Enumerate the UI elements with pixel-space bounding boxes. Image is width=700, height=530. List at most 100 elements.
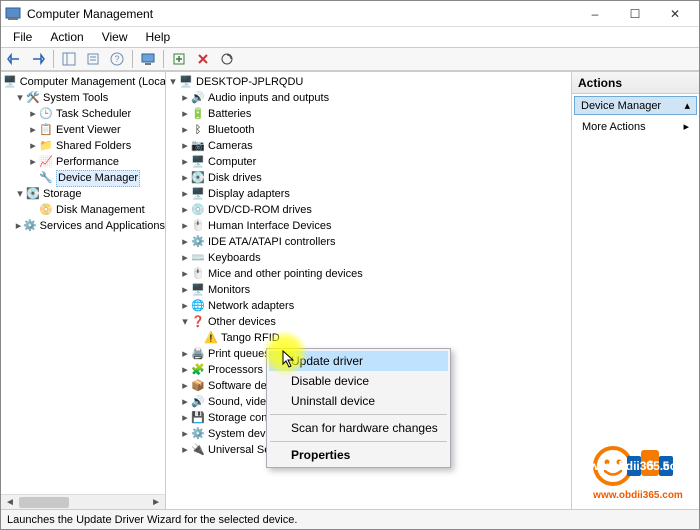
device-category[interactable]: ▸📷Cameras bbox=[166, 138, 571, 154]
expand-icon[interactable]: ▸ bbox=[28, 155, 38, 170]
expand-icon[interactable]: ▸ bbox=[180, 443, 190, 458]
collapse-icon[interactable]: ▾ bbox=[168, 75, 178, 90]
expand-icon[interactable]: ▸ bbox=[180, 155, 190, 170]
tree-shared-folders[interactable]: ▸ 📁 Shared Folders bbox=[1, 138, 165, 154]
tree-disk-management[interactable]: 📀 Disk Management bbox=[1, 202, 165, 218]
device-category[interactable]: ▸💽Disk drives bbox=[166, 170, 571, 186]
expand-icon[interactable]: ▸ bbox=[180, 203, 190, 218]
expand-icon[interactable]: ▸ bbox=[180, 395, 190, 410]
device-category[interactable]: ▸💿DVD/CD-ROM drives bbox=[166, 202, 571, 218]
forward-button[interactable] bbox=[27, 49, 49, 69]
menu-help[interactable]: Help bbox=[138, 29, 179, 45]
horizontal-scrollbar[interactable]: ◄► bbox=[1, 494, 165, 509]
expand-icon[interactable]: ▸ bbox=[180, 123, 190, 138]
category-icon: 🖥️ bbox=[191, 155, 205, 170]
collapse-icon[interactable]: ▾ bbox=[15, 187, 25, 202]
maximize-button[interactable]: ☐ bbox=[615, 2, 655, 26]
minimize-button[interactable]: – bbox=[575, 2, 615, 26]
device-category[interactable]: ▸🖥️Computer bbox=[166, 154, 571, 170]
ctx-uninstall-device[interactable]: Uninstall device bbox=[269, 391, 448, 411]
expand-icon[interactable]: ▸ bbox=[180, 427, 190, 442]
device-tango-rfid[interactable]: ⚠️ Tango RFID bbox=[166, 330, 571, 346]
expand-icon[interactable]: ▸ bbox=[180, 91, 190, 106]
ctx-separator bbox=[270, 441, 447, 442]
scan-hardware-icon[interactable] bbox=[216, 49, 238, 69]
category-icon: 🌐 bbox=[191, 299, 205, 314]
tree-system-tools[interactable]: ▾ 🛠️ System Tools bbox=[1, 90, 165, 106]
category-icon: 💽 bbox=[191, 171, 205, 186]
category-other-devices[interactable]: ▾ ❓ Other devices bbox=[166, 314, 571, 330]
svg-text:?: ? bbox=[114, 54, 119, 64]
tree-task-scheduler[interactable]: ▸ 🕒 Task Scheduler bbox=[1, 106, 165, 122]
update-driver-icon[interactable] bbox=[168, 49, 190, 69]
properties-button[interactable] bbox=[82, 49, 104, 69]
ctx-properties[interactable]: Properties bbox=[269, 445, 448, 465]
expand-icon[interactable]: ▸ bbox=[28, 107, 38, 122]
storage-icon: 💽 bbox=[26, 187, 40, 202]
device-category[interactable]: ▸ᛒBluetooth bbox=[166, 122, 571, 138]
tree-services[interactable]: ▸ ⚙️ Services and Applications bbox=[1, 218, 165, 234]
uninstall-icon[interactable] bbox=[192, 49, 214, 69]
tree-performance[interactable]: ▸ 📈 Performance bbox=[1, 154, 165, 170]
collapse-icon[interactable]: ▾ bbox=[180, 315, 190, 330]
statusbar: Launches the Update Driver Wizard for th… bbox=[1, 509, 699, 529]
category-icon: 🔌 bbox=[191, 443, 205, 458]
expand-icon[interactable]: ▸ bbox=[15, 219, 22, 234]
category-icon: ⚙️ bbox=[191, 235, 205, 250]
category-icon: 🔊 bbox=[191, 395, 205, 410]
ctx-scan-hardware[interactable]: Scan for hardware changes bbox=[269, 418, 448, 438]
device-category[interactable]: ▸🖱️Human Interface Devices bbox=[166, 218, 571, 234]
expand-icon[interactable]: ▸ bbox=[180, 347, 190, 362]
expand-icon[interactable]: ▸ bbox=[180, 235, 190, 250]
menu-view[interactable]: View bbox=[94, 29, 136, 45]
expand-icon[interactable]: ▸ bbox=[180, 283, 190, 298]
actions-selection[interactable]: Device Manager ▴ bbox=[574, 96, 697, 115]
expand-icon[interactable]: ▸ bbox=[180, 267, 190, 282]
expand-icon[interactable]: ▸ bbox=[28, 139, 38, 154]
actions-more[interactable]: More Actions ▸ bbox=[572, 117, 699, 136]
collapse-icon[interactable]: ▾ bbox=[15, 91, 25, 106]
tree-storage[interactable]: ▾ 💽 Storage bbox=[1, 186, 165, 202]
expand-icon[interactable]: ▸ bbox=[180, 251, 190, 266]
close-button[interactable]: ✕ bbox=[655, 2, 695, 26]
category-icon: 🖱️ bbox=[191, 267, 205, 282]
app-icon bbox=[5, 6, 21, 22]
expand-icon[interactable]: ▸ bbox=[180, 139, 190, 154]
window-title: Computer Management bbox=[27, 7, 575, 21]
menu-action[interactable]: Action bbox=[42, 29, 91, 45]
expand-icon[interactable]: ▸ bbox=[180, 187, 190, 202]
expand-icon[interactable]: ▸ bbox=[180, 107, 190, 122]
device-category[interactable]: ▸🔊Audio inputs and outputs bbox=[166, 90, 571, 106]
expand-icon[interactable]: ▸ bbox=[180, 299, 190, 314]
expand-icon[interactable]: ▸ bbox=[180, 363, 190, 378]
device-category[interactable]: ▸🔋Batteries bbox=[166, 106, 571, 122]
tree-event-viewer[interactable]: ▸ 📋 Event Viewer bbox=[1, 122, 165, 138]
show-hide-tree-button[interactable] bbox=[58, 49, 80, 69]
scope-tree[interactable]: 🖥️ Computer Management (Local) ▾ 🛠️ Syst… bbox=[1, 74, 165, 234]
help-button[interactable]: ? bbox=[106, 49, 128, 69]
back-button[interactable] bbox=[3, 49, 25, 69]
device-category[interactable]: ▸🖥️Display adapters bbox=[166, 186, 571, 202]
device-category[interactable]: ▸🌐Network adapters bbox=[166, 298, 571, 314]
system-tools-icon: 🛠️ bbox=[26, 91, 40, 106]
tree-root-computer-management[interactable]: 🖥️ Computer Management (Local) bbox=[1, 74, 165, 90]
device-category[interactable]: ▸⌨️Keyboards bbox=[166, 250, 571, 266]
event-viewer-icon: 📋 bbox=[39, 123, 53, 138]
expand-icon[interactable]: ▸ bbox=[180, 379, 190, 394]
expand-icon[interactable]: ▸ bbox=[180, 219, 190, 234]
expand-icon[interactable]: ▸ bbox=[28, 123, 38, 138]
menu-file[interactable]: File bbox=[5, 29, 40, 45]
tree-device-manager[interactable]: 🔧 Device Manager bbox=[1, 170, 165, 186]
expand-icon[interactable]: ▸ bbox=[180, 171, 190, 186]
category-icon: ⚙️ bbox=[191, 427, 205, 442]
device-category[interactable]: ▸🖥️Monitors bbox=[166, 282, 571, 298]
device-root[interactable]: ▾ 🖥️ DESKTOP-JPLRQDU bbox=[166, 74, 571, 90]
device-category[interactable]: ▸⚙️IDE ATA/ATAPI controllers bbox=[166, 234, 571, 250]
task-scheduler-icon: 🕒 bbox=[39, 107, 53, 122]
device-category[interactable]: ▸🖱️Mice and other pointing devices bbox=[166, 266, 571, 282]
monitor-button[interactable] bbox=[137, 49, 159, 69]
expand-icon[interactable]: ▸ bbox=[180, 411, 190, 426]
category-label: Print queues bbox=[208, 347, 270, 362]
actions-header: Actions bbox=[572, 72, 699, 94]
svg-text:www.obdii365.com: www.obdii365.com bbox=[583, 459, 688, 473]
